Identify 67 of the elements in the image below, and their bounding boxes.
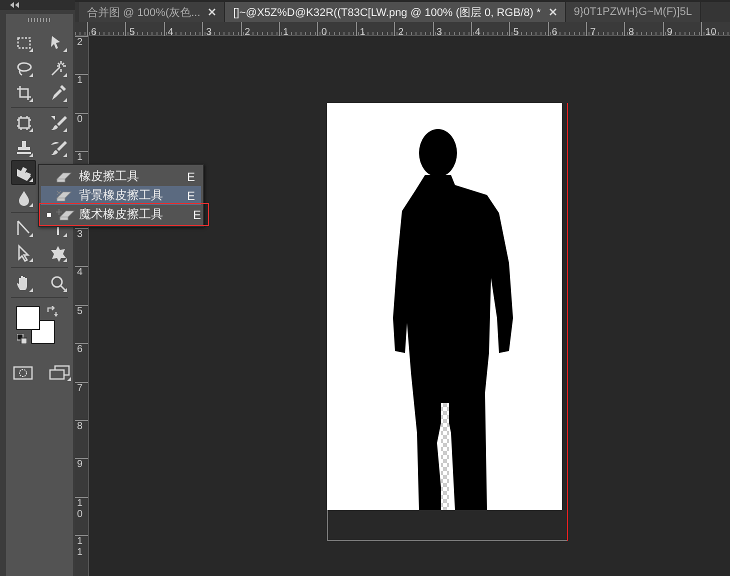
- document-tab[interactable]: []~@X5Z%D@K32R((T83C[LW.png @ 100% (图层 0, RGB/8) *: [225, 2, 566, 22]
- magic-wand-icon: [48, 58, 66, 76]
- ruler-label: 5: [128, 27, 135, 39]
- ruler-label: 0: [320, 27, 327, 39]
- ruler-label: 6: [550, 27, 558, 39]
- ruler-label: 1: [282, 27, 289, 39]
- panel-grip: [28, 18, 51, 22]
- ruler-label: 5: [512, 27, 519, 39]
- eraser-icon: [56, 208, 76, 221]
- shortcut-key: E: [186, 188, 195, 202]
- screen-mode-icon[interactable]: [49, 364, 71, 380]
- collapse-icon[interactable]: [10, 2, 20, 8]
- tab-title: []~@X5Z%D@K32R((T83C[LW.png @ 100% (图层 0, RGB/8) *: [233, 6, 541, 20]
- swap-arrow-icon[interactable]: [46, 306, 58, 318]
- tool-button[interactable]: [11, 160, 36, 185]
- ruler-label: 9: [76, 459, 84, 470]
- document-tab[interactable]: 9}0T1PZWH}G~M(F)]5L: [566, 2, 702, 22]
- ruler-label: 1: [358, 27, 366, 39]
- menu-item-label: 橡皮擦工具: [79, 168, 140, 185]
- stamp-icon: [14, 138, 32, 156]
- ruler-label: 4: [166, 27, 174, 39]
- menu-item[interactable]: 橡皮擦工具 E: [41, 167, 201, 186]
- ruler-label: 1: [76, 152, 84, 164]
- ruler-label: 3: [205, 27, 212, 39]
- ruler-label: 11: [76, 536, 84, 558]
- ruler-label: 2: [244, 27, 250, 39]
- ruler-label: 0: [76, 114, 84, 125]
- tab-title: 合并图 @ 100%(灰色...: [87, 6, 200, 20]
- zoom-icon: [48, 274, 66, 292]
- hand-icon: [14, 274, 32, 292]
- shortcut-key: E: [186, 170, 195, 184]
- crop-icon: [14, 84, 32, 102]
- menu-item[interactable]: 魔术橡皮擦工具 E: [41, 205, 207, 224]
- default-colors-icon[interactable]: [17, 334, 27, 344]
- close-icon[interactable]: [208, 8, 216, 16]
- quick-mask-icon[interactable]: [13, 366, 33, 380]
- arrow-cross-icon: [48, 34, 66, 52]
- ruler-label: 2: [397, 27, 404, 39]
- ruler-label: 7: [76, 382, 84, 394]
- document-tab[interactable]: 合并图 @ 100%(灰色...: [79, 2, 226, 22]
- ruler-label: 10: [76, 498, 84, 520]
- brush-icon: [48, 114, 66, 132]
- menu-item-label: 魔术橡皮擦工具: [79, 206, 164, 223]
- ruler-label: 7: [589, 27, 596, 39]
- ruler-label: 6: [76, 344, 84, 356]
- color-swatches-drawing[interactable]: [16, 306, 56, 344]
- pen-icon: [14, 218, 32, 236]
- chip-icon: [14, 114, 32, 132]
- ruler-label: 8: [76, 420, 84, 432]
- star-icon: [48, 244, 66, 262]
- ruler-label: 2: [76, 37, 84, 48]
- ruler-label: 1: [76, 75, 84, 86]
- shortcut-key: E: [192, 208, 201, 222]
- ruler-label: 6: [90, 27, 97, 39]
- close-icon[interactable]: [548, 8, 557, 16]
- ruler-label: 4: [76, 267, 84, 278]
- menu-item[interactable]: 背景橡皮擦工具 E: [41, 186, 201, 205]
- ruler-label: 3: [436, 27, 442, 39]
- brush-icon: [48, 138, 66, 156]
- ruler-label: 9: [666, 27, 672, 39]
- ruler-label: 3: [76, 228, 84, 240]
- ruler-label: 8: [627, 27, 634, 39]
- tab-title: 9}0T1PZWH}G~M(F)]5L: [574, 6, 692, 18]
- menu-item-label: 背景橡皮擦工具: [79, 187, 164, 204]
- ruler-label: 5: [76, 306, 84, 317]
- ruler-label: 10: [704, 27, 716, 39]
- ruler-label: 4: [474, 27, 480, 39]
